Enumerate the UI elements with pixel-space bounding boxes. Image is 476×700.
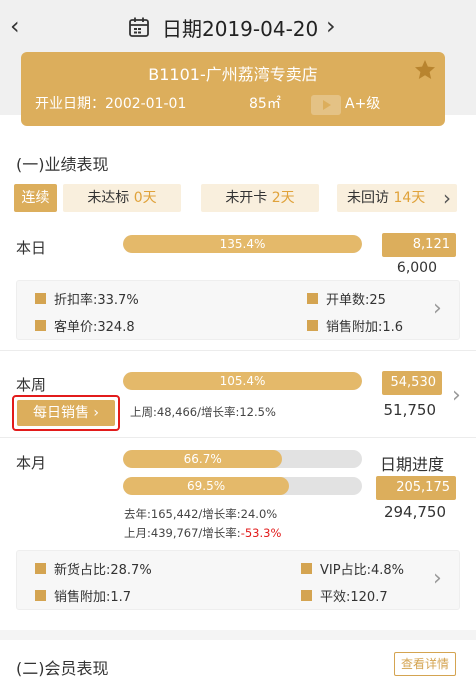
stat-text: 折扣率:33.7% (54, 293, 139, 308)
month-label: 本月 (16, 454, 47, 472)
bullet-square-icon (35, 293, 46, 304)
today-sales-value: 8,121 (382, 233, 456, 257)
stat-text: VIP占比:4.8% (320, 563, 404, 578)
tag-label: 未开卡 (225, 190, 268, 206)
divider (0, 350, 476, 351)
tag-count: 14天 (393, 190, 426, 206)
stat-order-count: 开单数:25 (307, 289, 386, 308)
tag-no-card[interactable]: 未开卡 2天 (201, 184, 319, 212)
tag-unmet-target[interactable]: 未达标 0天 (63, 184, 181, 212)
week-label: 本周 (16, 376, 47, 394)
stat-text: 平效:120.7 (320, 590, 388, 605)
week-progress-percent: 105.4% (219, 374, 266, 388)
date-selector[interactable]: 日期2019-04-20 (128, 12, 318, 42)
bullet-square-icon (307, 320, 318, 331)
today-label: 本日 (16, 239, 47, 257)
tag-count: 2天 (271, 190, 295, 206)
date-progress-title: 日期进度 (380, 455, 445, 474)
bullet-square-icon (35, 590, 46, 601)
stat-sales-attach: 销售附加:1.6 (307, 316, 403, 335)
section-performance-title: (一)业绩表现 (16, 155, 109, 174)
week-compare: 上周:48,466/增长率:12.5% (130, 405, 276, 419)
week-progress-bar: 105.4% (123, 372, 362, 390)
month-bar2-percent: 69.5% (186, 479, 226, 493)
month-last-year: 去年:165,442/增长率:24.0% (124, 507, 278, 521)
week-sales-value: 54,530 (382, 371, 442, 395)
divider (0, 437, 476, 438)
calendar-icon (129, 17, 149, 37)
month-last-month: 上月:439,767/增长率:-53.3% (124, 526, 282, 540)
month-last-month-rate: -53.3% (240, 526, 282, 540)
video-decoration-icon (311, 95, 341, 115)
week-target-value: 51,750 (383, 401, 437, 419)
month-stats-box[interactable]: 新货占比:28.7% VIP占比:4.8% 销售附加:1.7 平效:120.7 … (16, 550, 460, 610)
open-date: 开业日期：2002-01-01 (35, 96, 187, 112)
today-progress-percent: 135.4% (219, 237, 266, 251)
stat-text: 新货占比:28.7% (54, 563, 152, 578)
chevron-right-icon[interactable]: › (452, 385, 461, 407)
bullet-square-icon (301, 590, 312, 601)
section-member-title: (二)会员表现 (16, 659, 109, 678)
bullet-square-icon (35, 563, 46, 574)
tag-label: 未回访 (347, 190, 389, 206)
bullet-square-icon (307, 293, 318, 304)
stat-text: 销售附加:1.6 (326, 320, 404, 335)
bullet-square-icon (301, 563, 312, 574)
tag-count: 0天 (133, 190, 157, 206)
tag-no-visit[interactable]: 未回访 14天 › (337, 184, 457, 212)
chevron-left-icon[interactable]: ‹ (10, 12, 20, 40)
store-card: B1101-广州荔湾专卖店 开业日期：2002-01-01 85㎡ A+级 (21, 52, 445, 126)
stat-text: 销售附加:1.7 (54, 590, 132, 605)
bullet-square-icon (35, 320, 46, 331)
daily-sales-label: 每日销售 › (17, 400, 115, 426)
continuous-tag: 连续 (14, 184, 57, 212)
tag-label: 未达标 (87, 190, 130, 206)
store-level: A+级 (345, 96, 381, 112)
stat-text: 开单数:25 (326, 293, 386, 308)
chevron-right-icon[interactable]: › (326, 12, 336, 40)
star-icon[interactable] (413, 58, 437, 82)
stat-new-goods: 新货占比:28.7% (35, 559, 152, 578)
view-details-button[interactable]: 查看详情 (394, 652, 456, 676)
stat-text: 客单价:324.8 (54, 320, 135, 335)
stat-sales-attach: 销售附加:1.7 (35, 586, 131, 605)
month-sales-value: 205,175 (376, 476, 456, 500)
store-name: B1101-广州荔湾专卖店 (148, 65, 318, 84)
today-progress-bar: 135.4% (123, 235, 362, 253)
month-target-value: 294,750 (383, 503, 446, 521)
daily-sales-button[interactable]: 每日销售 › (12, 395, 120, 431)
chevron-right-icon: › (433, 566, 442, 591)
today-stats-box[interactable]: 折扣率:33.7% 开单数:25 客单价:324.8 销售附加:1.6 › (16, 280, 460, 340)
store-area: 85㎡ (249, 96, 281, 112)
stat-floor-efficiency: 平效:120.7 (301, 586, 388, 605)
stat-vip-ratio: VIP占比:4.8% (301, 559, 404, 578)
chevron-right-icon: › (443, 186, 451, 210)
stat-discount-rate: 折扣率:33.7% (35, 289, 139, 308)
today-target-value: 6,000 (396, 260, 437, 276)
stat-avg-price: 客单价:324.8 (35, 316, 135, 335)
month-sales-progress-bar: 69.5% (123, 477, 362, 495)
month-bar1-percent: 66.7% (183, 452, 222, 466)
chevron-right-icon: › (433, 296, 442, 321)
month-date-progress-bar: 66.7% (123, 450, 362, 468)
date-label: 日期2019-04-20 (162, 16, 319, 41)
